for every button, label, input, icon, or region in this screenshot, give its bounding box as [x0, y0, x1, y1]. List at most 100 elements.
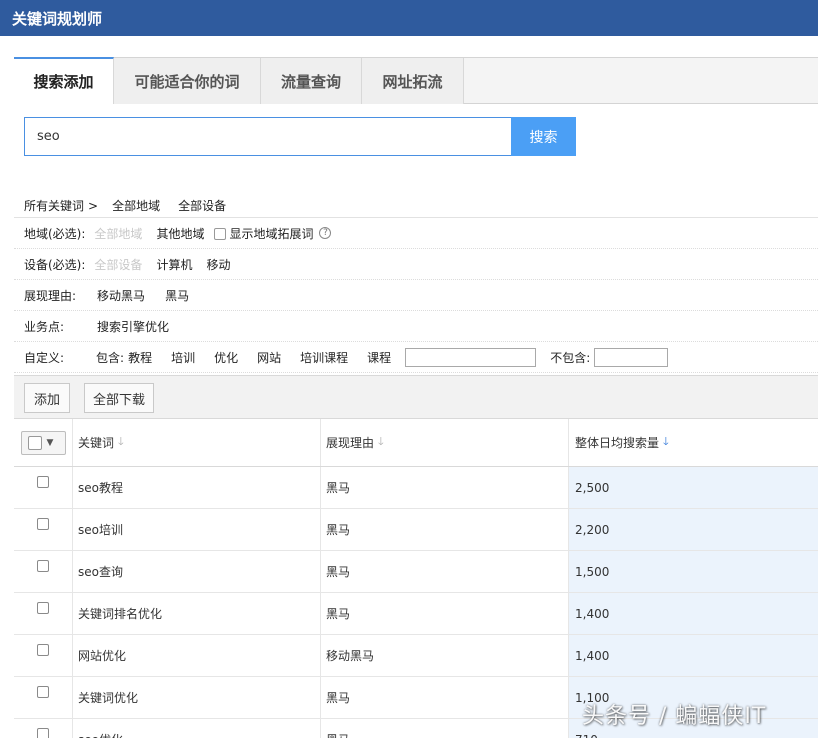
- row-checkbox[interactable]: [37, 601, 49, 614]
- business-label: 业务点:: [24, 319, 65, 334]
- select-all-dropdown[interactable]: ▼: [20, 430, 66, 455]
- help-icon[interactable]: ?: [319, 227, 332, 239]
- tab-search-add[interactable]: 搜索添加: [14, 57, 114, 104]
- row-volume: 2,200: [569, 509, 818, 550]
- search-button[interactable]: 搜索: [511, 117, 576, 156]
- row-keyword: seo教程: [73, 467, 321, 508]
- table-header: ▼ 关键词 🡓 展现理由 🡓 整体日均搜索量 🡓: [14, 419, 818, 467]
- table-row: 网站优化 移动黑马 1,400: [14, 635, 818, 677]
- row-checkbox[interactable]: [37, 643, 49, 656]
- table-row: 关键词排名优化 黑马 1,400: [14, 593, 818, 635]
- filter-row-device: 设备(必选): 全部设备 计算机 移动: [14, 249, 818, 280]
- tab-url-expand[interactable]: 网址拓流: [362, 58, 464, 104]
- app-title: 关键词规划师: [12, 10, 103, 28]
- custom-word-optimize[interactable]: 优化: [214, 349, 238, 366]
- filter-row-region: 地域(必选): 全部地域 其他地域 显示地域拓展词 ?: [14, 218, 818, 249]
- watermark-text: 头条号 / 蝙蝠侠IT: [582, 704, 767, 729]
- custom-word-tutorial[interactable]: 教程: [128, 349, 152, 366]
- chevron-down-icon: ▼: [46, 437, 54, 448]
- region-label: 地域(必选):: [24, 226, 86, 241]
- app-title-bar: 关键词规划师: [0, 0, 818, 36]
- breadcrumb-region[interactable]: 全部地域: [112, 197, 160, 214]
- row-select-cell: [14, 593, 73, 634]
- row-keyword: seo培训: [73, 509, 321, 550]
- row-checkbox[interactable]: [37, 685, 49, 698]
- tab-bar: 搜索添加 可能适合你的词 流量查询 网址拓流: [14, 57, 818, 104]
- breadcrumb-root[interactable]: 所有关键词: [24, 197, 84, 214]
- breadcrumb-device[interactable]: 全部设备: [178, 197, 226, 214]
- row-reason: 移动黑马: [321, 635, 569, 676]
- region-all-option[interactable]: 全部地域: [94, 225, 142, 242]
- business-option-seo[interactable]: 搜索引擎优化: [97, 318, 169, 335]
- row-reason: 黑马: [321, 677, 569, 718]
- header-keyword-label: 关键词: [78, 436, 115, 450]
- row-select-cell: [14, 509, 73, 550]
- row-reason: 黑马: [321, 551, 569, 592]
- device-mobile-option[interactable]: 移动: [206, 256, 230, 273]
- filter-breadcrumb: 所有关键词 > 全部地域 全部设备: [14, 194, 818, 218]
- custom-exclude-label: 不包含:: [550, 350, 591, 365]
- device-pc-option[interactable]: 计算机: [156, 256, 192, 273]
- row-keyword: seo查询: [73, 551, 321, 592]
- table-row: seo查询 黑马 1,500: [14, 551, 818, 593]
- table-row: seo培训 黑马 2,200: [14, 509, 818, 551]
- row-checkbox[interactable]: [37, 559, 49, 572]
- row-select-cell: [14, 467, 73, 508]
- row-volume: 1,500: [569, 551, 818, 592]
- header-reason-label: 展现理由: [326, 436, 375, 450]
- row-volume: 1,400: [569, 635, 818, 676]
- custom-word-training-course[interactable]: 培训课程: [300, 349, 348, 366]
- keyword-search-input[interactable]: [24, 117, 512, 156]
- breadcrumb-separator: >: [88, 198, 99, 213]
- filter-row-custom: 自定义: 包含: 教程 培训 优化 网站 培训课程 课程 不包含:: [14, 342, 818, 373]
- row-select-cell: [14, 677, 73, 718]
- select-all-checkbox[interactable]: [27, 435, 42, 450]
- row-volume: 1,400: [569, 593, 818, 634]
- row-keyword: seo优化: [73, 719, 321, 738]
- header-volume[interactable]: 整体日均搜索量 🡓: [569, 419, 818, 466]
- header-select-cell: ▼: [14, 419, 73, 466]
- filter-row-business: 业务点: 搜索引擎优化: [14, 311, 818, 342]
- row-checkbox[interactable]: [37, 727, 49, 738]
- sort-desc-icon[interactable]: 🡓: [663, 433, 669, 452]
- custom-word-training[interactable]: 培训: [171, 349, 195, 366]
- custom-include-label: 包含:: [96, 350, 125, 365]
- row-reason: 黑马: [321, 719, 569, 738]
- tab-suggested-words[interactable]: 可能适合你的词: [114, 58, 261, 104]
- table-row: seo教程 黑马 2,500: [14, 467, 818, 509]
- reason-option-mobile-darkhorse[interactable]: 移动黑马: [97, 287, 145, 304]
- reason-label: 展现理由:: [24, 288, 77, 303]
- download-all-button[interactable]: 全部下载: [84, 383, 154, 413]
- sort-arrow-icon[interactable]: 🡓: [118, 433, 124, 452]
- row-keyword: 网站优化: [73, 635, 321, 676]
- row-reason: 黑马: [321, 467, 569, 508]
- add-button[interactable]: 添加: [24, 383, 70, 413]
- header-reason[interactable]: 展现理由 🡓: [321, 419, 569, 466]
- row-checkbox[interactable]: [37, 475, 49, 488]
- row-select-cell: [14, 719, 73, 738]
- reason-option-darkhorse[interactable]: 黑马: [165, 287, 189, 304]
- row-checkbox[interactable]: [37, 517, 49, 530]
- row-select-cell: [14, 551, 73, 592]
- region-expand-checkbox[interactable]: [214, 227, 227, 240]
- action-bar: 添加 全部下载: [14, 375, 818, 419]
- row-volume: 2,500: [569, 467, 818, 508]
- device-label: 设备(必选):: [24, 257, 86, 272]
- custom-word-website[interactable]: 网站: [257, 349, 281, 366]
- filter-panel: 所有关键词 > 全部地域 全部设备 地域(必选): 全部地域 其他地域 显示地域…: [14, 194, 818, 373]
- tab-traffic-query[interactable]: 流量查询: [261, 58, 362, 104]
- row-select-cell: [14, 635, 73, 676]
- custom-include-input[interactable]: [405, 347, 537, 367]
- custom-label: 自定义:: [24, 350, 65, 365]
- region-other-option[interactable]: 其他地域: [156, 225, 204, 242]
- device-all-option[interactable]: 全部设备: [94, 256, 142, 273]
- sort-arrow-icon[interactable]: 🡓: [378, 433, 384, 452]
- region-expand-toggle[interactable]: 显示地域拓展词: [214, 225, 313, 242]
- keyword-table: ▼ 关键词 🡓 展现理由 🡓 整体日均搜索量 🡓 seo教程 黑马 2,500 seo…: [14, 419, 818, 738]
- filter-row-reason: 展现理由: 移动黑马 黑马: [14, 280, 818, 311]
- header-keyword[interactable]: 关键词 🡓: [73, 419, 321, 466]
- row-reason: 黑马: [321, 509, 569, 550]
- custom-exclude-input[interactable]: [594, 347, 669, 367]
- custom-word-course[interactable]: 课程: [367, 349, 391, 366]
- row-keyword: 关键词优化: [73, 677, 321, 718]
